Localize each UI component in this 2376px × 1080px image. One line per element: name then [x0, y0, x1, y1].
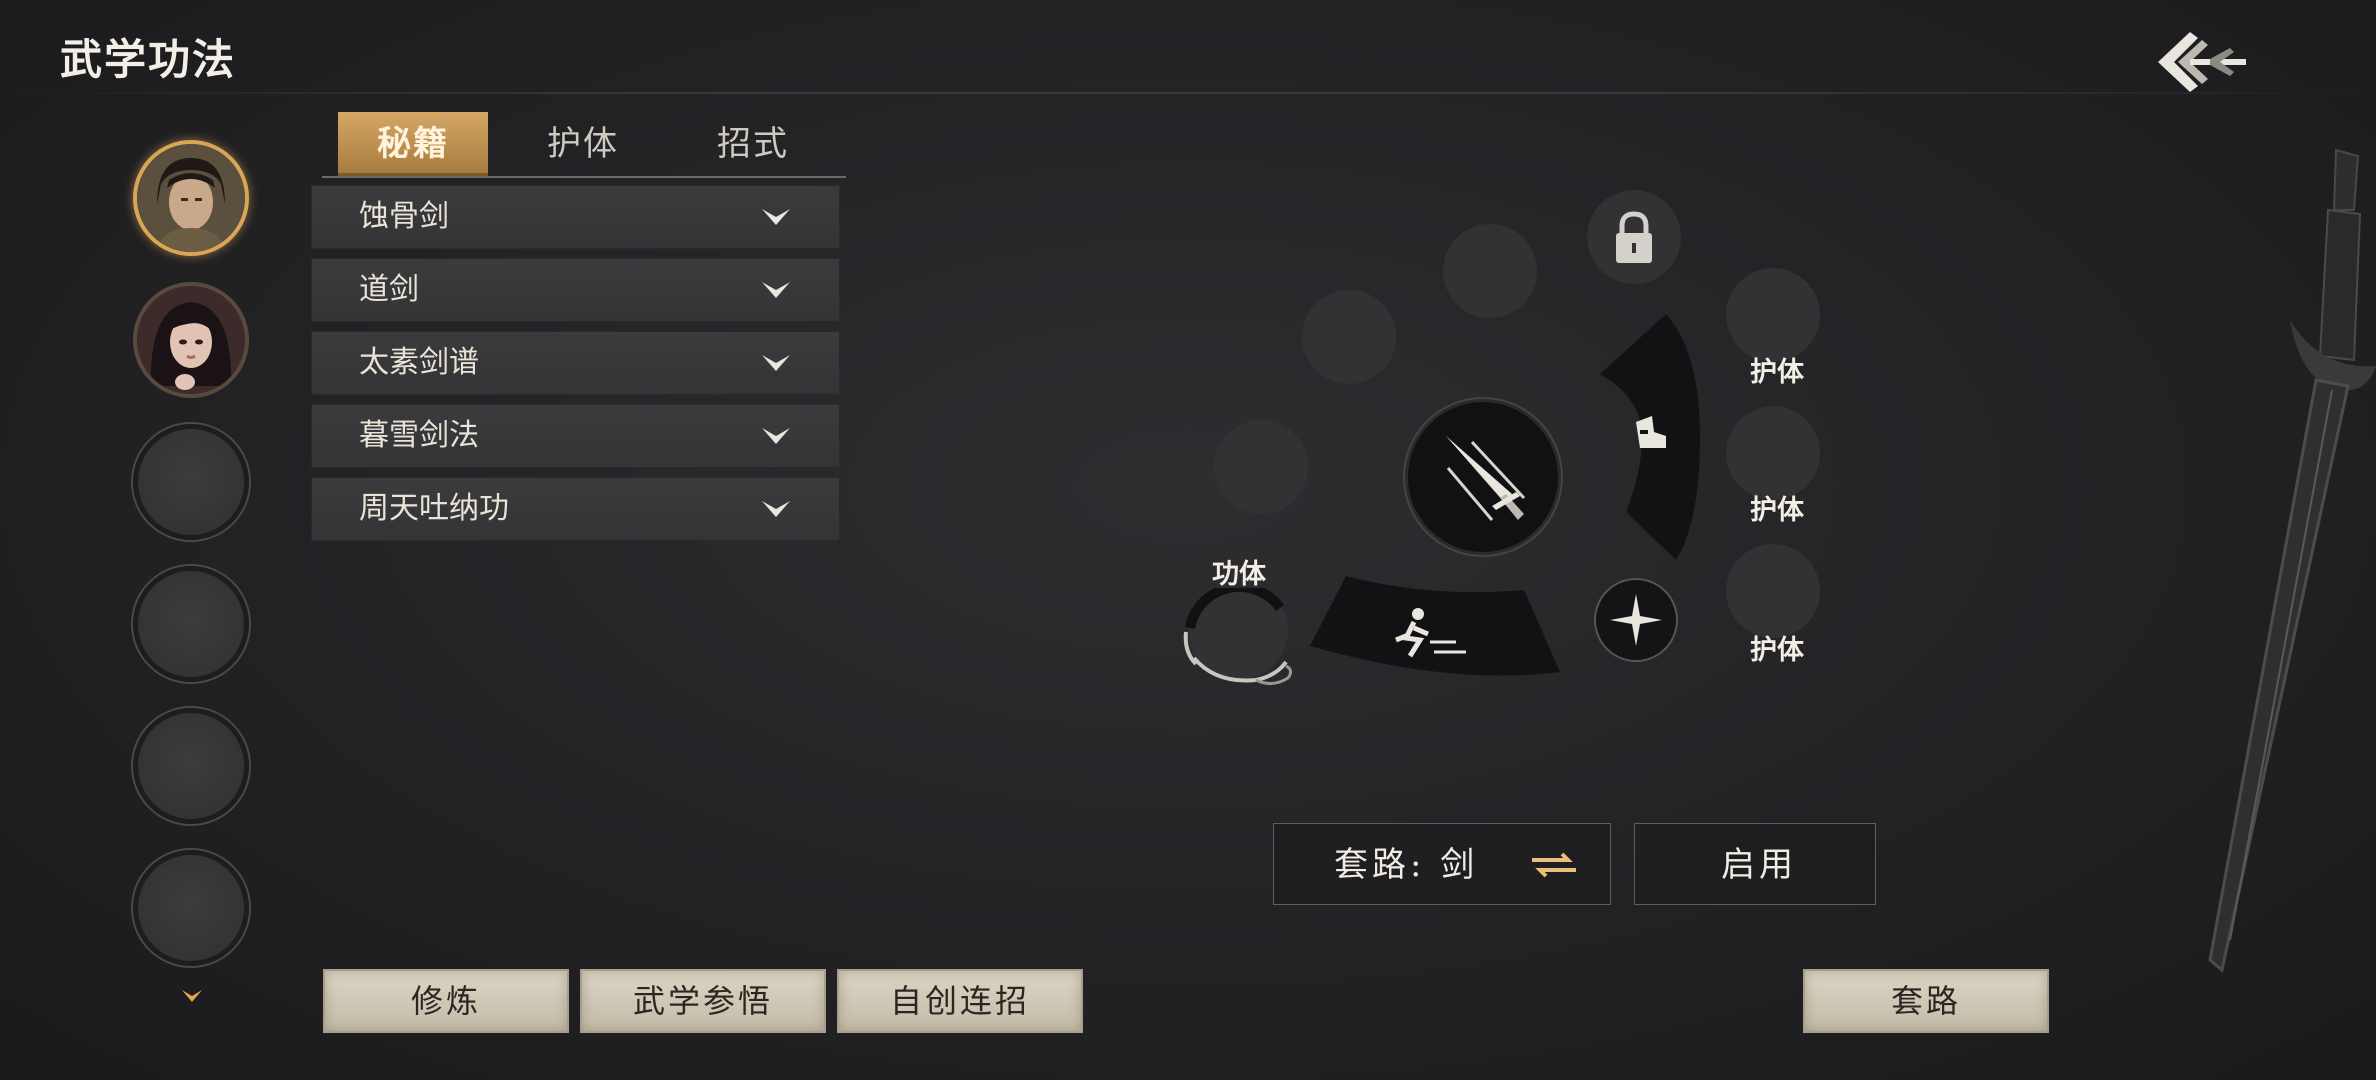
empty-character-slot-1[interactable]	[133, 424, 249, 540]
manual-name: 道剑	[359, 272, 419, 307]
manual-item[interactable]: 太素剑谱	[311, 331, 840, 395]
body-protection-label-3: 护体	[1750, 635, 1804, 666]
tab-moves[interactable]: 招式	[678, 112, 828, 176]
routine-button[interactable]: 套路	[1803, 969, 2049, 1033]
manual-item[interactable]: 周天吐纳功	[311, 477, 840, 541]
main-sword-skill[interactable]	[1408, 402, 1558, 552]
lock-icon	[1616, 211, 1652, 263]
manual-item[interactable]: 暮雪剑法	[311, 404, 840, 468]
header-divider	[0, 92, 2376, 94]
empty-skill-slot[interactable]	[1214, 420, 1308, 514]
empty-character-slot-3[interactable]	[133, 708, 249, 824]
chevron-down-icon	[762, 282, 790, 298]
manual-item[interactable]: 蚀骨剑	[311, 185, 840, 249]
empty-character-slot-4[interactable]	[133, 850, 249, 966]
ornate-ring-icon	[1183, 580, 1293, 685]
empty-character-slot-2[interactable]	[133, 566, 249, 682]
empty-skill-slot[interactable]	[1443, 224, 1537, 318]
manual-name: 蚀骨剑	[359, 199, 449, 234]
movement-arc-right[interactable]	[1596, 312, 1700, 562]
body-protection-label-1: 护体	[1750, 357, 1804, 388]
swap-arrows-icon	[1532, 852, 1576, 878]
chevron-down-icon	[762, 209, 790, 225]
locked-skill-slot[interactable]	[1587, 190, 1681, 284]
manual-name: 暮雪剑法	[359, 418, 479, 453]
character-avatar-1[interactable]	[133, 140, 249, 256]
sparkle-icon	[1610, 594, 1662, 646]
tab-underline	[322, 176, 846, 178]
practice-button[interactable]: 修炼	[323, 969, 569, 1033]
male-portrait-icon	[137, 144, 245, 252]
manual-name: 太素剑谱	[359, 345, 479, 380]
body-protection-slot-1[interactable]	[1726, 268, 1820, 362]
internal-art-label: 功体	[1212, 559, 1266, 590]
chevron-down-icon	[762, 428, 790, 444]
tab-secret-manuals[interactable]: 秘籍	[338, 112, 488, 176]
special-skill-slot[interactable]	[1596, 580, 1676, 660]
decorative-sword-icon	[2208, 148, 2376, 973]
body-protection-label-2: 护体	[1750, 495, 1804, 526]
enable-button-label: 启用	[1721, 845, 1797, 885]
internal-art-slot[interactable]	[1176, 580, 1306, 688]
empty-skill-slot[interactable]	[1302, 290, 1396, 384]
sword-slash-icon	[1446, 436, 1526, 521]
movement-arc-bottom[interactable]	[1310, 576, 1560, 686]
manual-name: 周天吐纳功	[359, 491, 509, 526]
comprehend-button[interactable]: 武学参悟	[580, 969, 826, 1033]
body-protection-slot-2[interactable]	[1726, 406, 1820, 500]
boot-icon	[1600, 314, 1700, 560]
routine-selector[interactable]: 套路: 剑	[1273, 823, 1611, 905]
routine-selector-label: 套路: 剑	[1334, 845, 1479, 885]
body-protection-slot-3[interactable]	[1726, 544, 1820, 638]
back-button[interactable]	[2150, 22, 2250, 102]
back-arrow-icon	[2158, 32, 2246, 92]
tab-body-protection[interactable]: 护体	[508, 112, 658, 176]
female-portrait-icon	[137, 286, 245, 394]
scroll-down-icon[interactable]	[180, 985, 204, 1010]
character-avatar-2[interactable]	[133, 282, 249, 398]
chevron-down-icon	[762, 355, 790, 371]
page-title: 武学功法	[60, 35, 237, 84]
game-screen: 武学功法 秘籍 护体 招式 蚀骨剑 道剑 太素剑谱 暮雪剑法 周天吐纳功 护体 …	[0, 0, 2376, 1080]
chevron-down-icon	[762, 501, 790, 517]
manual-item[interactable]: 道剑	[311, 258, 840, 322]
enable-button[interactable]: 启用	[1634, 823, 1876, 905]
create-combo-button[interactable]: 自创连招	[837, 969, 1083, 1033]
running-figure-icon	[1310, 576, 1560, 676]
